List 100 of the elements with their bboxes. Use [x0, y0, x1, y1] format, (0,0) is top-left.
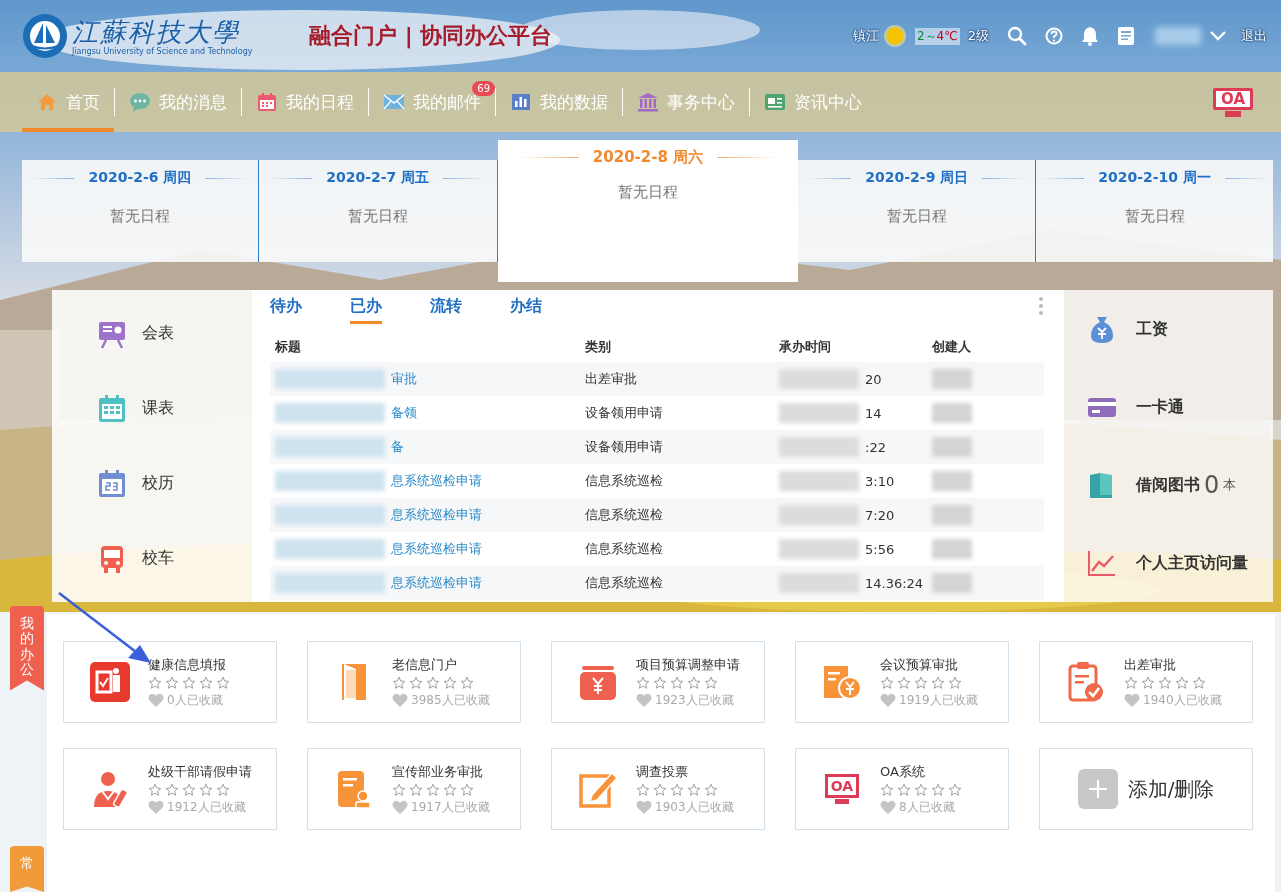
star-icon[interactable] — [182, 782, 196, 797]
star-icon[interactable] — [1158, 675, 1172, 690]
count-badge: 69 — [472, 81, 495, 96]
star-icon[interactable] — [948, 675, 962, 690]
star-icon[interactable] — [670, 675, 684, 690]
star-icon[interactable] — [880, 782, 894, 797]
star-icon[interactable] — [216, 782, 230, 797]
task-title-link[interactable]: 息系统巡检申请 — [391, 574, 482, 592]
star-icon[interactable] — [392, 782, 406, 797]
task-title-link[interactable]: 备领 — [391, 404, 417, 422]
heart-icon[interactable] — [392, 800, 408, 814]
star-icon[interactable] — [914, 782, 928, 797]
quick-link[interactable]: 校历 — [52, 467, 252, 500]
heart-icon[interactable] — [148, 693, 164, 707]
task-title-link[interactable]: 息系统巡检申请 — [391, 472, 482, 490]
star-icon[interactable] — [931, 782, 945, 797]
task-tab[interactable]: 已办 — [350, 290, 382, 324]
star-icon[interactable] — [392, 675, 406, 690]
heart-icon[interactable] — [636, 693, 652, 707]
star-icon[interactable] — [914, 675, 928, 690]
star-icon[interactable] — [687, 675, 701, 690]
task-tab[interactable]: 待办 — [270, 290, 302, 324]
star-icon[interactable] — [165, 782, 179, 797]
schedule-day-card[interactable]: 2020-2-6 周四 暂无日程 — [22, 160, 259, 262]
app-card[interactable]: 健康信息填报 0人已收藏 — [63, 641, 277, 723]
schedule-day-card[interactable]: 2020-2-10 周一 暂无日程 — [1036, 160, 1273, 262]
app-card[interactable]: 调查投票 1903人已收藏 — [551, 748, 765, 830]
star-icon[interactable] — [1141, 675, 1155, 690]
search-icon[interactable] — [1007, 26, 1027, 46]
star-icon[interactable] — [931, 675, 945, 690]
app-card[interactable]: OA OA系统 8人已收藏 — [795, 748, 1009, 830]
task-tab[interactable]: 流转 — [430, 290, 462, 324]
app-card[interactable]: 老信息门户 3985人已收藏 — [307, 641, 521, 723]
star-icon[interactable] — [443, 782, 457, 797]
heart-icon[interactable] — [148, 800, 164, 814]
section-ribbon[interactable]: 我的办公 — [10, 606, 44, 691]
star-icon[interactable] — [897, 782, 911, 797]
star-icon[interactable] — [182, 675, 196, 690]
star-icon[interactable] — [216, 675, 230, 690]
logout-link[interactable]: 退出 — [1241, 27, 1267, 45]
star-icon[interactable] — [636, 782, 650, 797]
table-cell: 7:20 — [865, 507, 895, 523]
star-icon[interactable] — [880, 675, 894, 690]
nav-tab[interactable]: 我的邮件 69 — [369, 72, 495, 132]
schedule-day-card[interactable]: 2020-2-9 周日 暂无日程 — [798, 160, 1037, 262]
chevron-down-icon[interactable] — [1209, 30, 1227, 42]
heart-icon[interactable] — [392, 693, 408, 707]
star-icon[interactable] — [409, 782, 423, 797]
side-link[interactable]: 个人主页访问量 — [1064, 547, 1273, 579]
task-title-link[interactable]: 息系统巡检申请 — [391, 540, 482, 558]
bell-icon[interactable] — [1081, 26, 1099, 46]
more-options-icon[interactable] — [1038, 296, 1044, 316]
side-link[interactable]: 工资 — [1064, 313, 1273, 345]
app-card[interactable]: 出差审批 1940人已收藏 — [1039, 641, 1253, 723]
star-icon[interactable] — [670, 782, 684, 797]
star-icon[interactable] — [1192, 675, 1206, 690]
side-link[interactable]: 一卡通 — [1064, 391, 1273, 423]
document-icon[interactable] — [1117, 26, 1135, 46]
star-icon[interactable] — [653, 782, 667, 797]
schedule-day-card[interactable]: 2020-2-7 周五 暂无日程 — [258, 160, 498, 262]
add-remove-button[interactable]: 添加/删除 — [1039, 748, 1253, 830]
star-icon[interactable] — [704, 675, 718, 690]
app-card[interactable]: 宣传部业务审批 1917人已收藏 — [307, 748, 521, 830]
star-icon[interactable] — [426, 782, 440, 797]
heart-icon[interactable] — [880, 693, 896, 707]
star-icon[interactable] — [636, 675, 650, 690]
star-icon[interactable] — [148, 675, 162, 690]
task-title-link[interactable]: 备 — [391, 438, 404, 456]
star-icon[interactable] — [704, 782, 718, 797]
heart-icon[interactable] — [636, 800, 652, 814]
star-icon[interactable] — [1175, 675, 1189, 690]
quick-link[interactable]: 会表 — [52, 317, 252, 350]
quick-link[interactable]: 校车 — [52, 542, 252, 575]
app-card[interactable]: 会议预算审批 1919人已收藏 — [795, 641, 1009, 723]
star-icon[interactable] — [443, 675, 457, 690]
star-icon[interactable] — [460, 675, 474, 690]
star-icon[interactable] — [1124, 675, 1138, 690]
star-icon[interactable] — [897, 675, 911, 690]
heart-icon[interactable] — [1124, 693, 1140, 707]
heart-icon[interactable] — [880, 800, 896, 814]
task-title-link[interactable]: 审批 — [391, 370, 417, 388]
star-icon[interactable] — [409, 675, 423, 690]
star-icon[interactable] — [148, 782, 162, 797]
university-name: 江蘇科技大學 — [72, 16, 241, 47]
quick-link[interactable]: 课表 — [52, 392, 252, 425]
schedule-day-card[interactable]: 2020-2-8 周六 暂无日程 — [497, 140, 799, 282]
star-icon[interactable] — [653, 675, 667, 690]
star-icon[interactable] — [460, 782, 474, 797]
star-icon[interactable] — [199, 675, 213, 690]
task-title-link[interactable]: 息系统巡检申请 — [391, 506, 482, 524]
star-icon[interactable] — [948, 782, 962, 797]
help-icon[interactable] — [1045, 27, 1063, 45]
task-tab[interactable]: 办结 — [510, 290, 542, 324]
app-card[interactable]: 项目预算调整申请 1923人已收藏 — [551, 641, 765, 723]
star-icon[interactable] — [426, 675, 440, 690]
star-icon[interactable] — [687, 782, 701, 797]
star-icon[interactable] — [199, 782, 213, 797]
star-icon[interactable] — [165, 675, 179, 690]
app-card[interactable]: 处级干部请假申请 1912人已收藏 — [63, 748, 277, 830]
schedule-date: 2020-2-8 周六 — [592, 148, 704, 167]
